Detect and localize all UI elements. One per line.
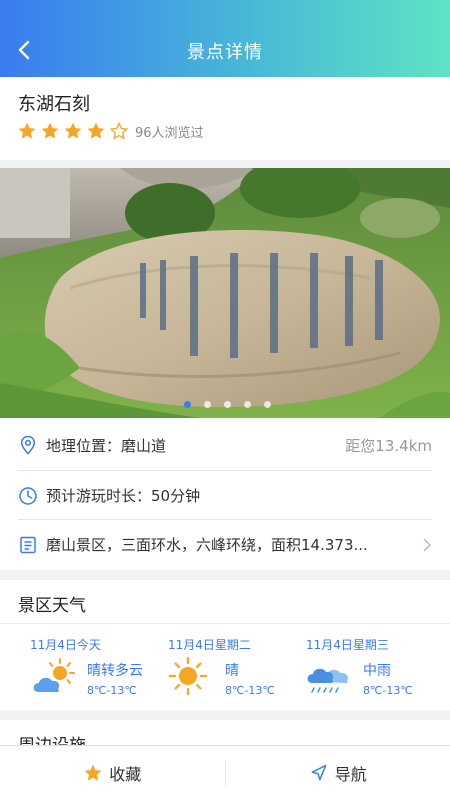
- weather-temp: 8℃-13℃: [87, 684, 137, 697]
- carousel-dot[interactable]: [204, 401, 211, 408]
- sun-icon: [168, 656, 208, 696]
- weather-temp: 8℃-13℃: [225, 684, 275, 697]
- navigate-button[interactable]: 导航: [226, 746, 450, 800]
- document-icon: [20, 536, 36, 553]
- carousel-dot[interactable]: [244, 401, 251, 408]
- weather-date: 11月4日星期三: [306, 638, 389, 652]
- distance-text: 距您13.4km: [345, 436, 432, 455]
- stone-carving-image: [0, 168, 450, 418]
- rain-icon: [307, 668, 349, 693]
- weather-condition: 晴: [225, 663, 239, 679]
- bottom-action-bar: 收藏 导航: [0, 745, 450, 800]
- weather-day: 11月4日星期二 晴 8℃-13℃: [168, 634, 308, 704]
- star-filled-icon: [64, 122, 82, 139]
- clock-icon: [19, 486, 37, 505]
- star-filled-icon: [41, 122, 59, 139]
- spot-summary: 东湖石刻 96人浏览过: [0, 77, 450, 160]
- location-pin-icon: [20, 435, 36, 455]
- divider: [0, 623, 450, 624]
- star-filled-icon: [87, 122, 105, 139]
- weather-date: 11月4日星期二: [168, 638, 251, 652]
- weather-condition: 中雨: [363, 663, 391, 679]
- weather-day: 11月4日星期三 中雨 8℃-13℃: [306, 634, 446, 704]
- carousel-dot[interactable]: [264, 401, 271, 408]
- weather-day: 11月4日今天 晴转多云 8℃-13℃: [30, 634, 170, 704]
- star-icon: [84, 764, 102, 781]
- page-title: 景点详情: [187, 42, 263, 63]
- spot-info: 地理位置：磨山道 距您13.4km 预计游玩时长：50分钟 磨山景区，三面环水，…: [0, 418, 450, 570]
- favorite-label: 收藏: [109, 765, 142, 784]
- carousel-indicator: [184, 401, 284, 408]
- spot-name: 东湖石刻: [18, 94, 90, 115]
- duration-row: 预计游玩时长：50分钟: [18, 470, 432, 520]
- location-row[interactable]: 地理位置：磨山道 距您13.4km: [18, 420, 432, 470]
- chevron-right-icon: [423, 537, 432, 552]
- navigation-arrow-icon: [311, 764, 327, 781]
- spot-photo[interactable]: [0, 168, 450, 418]
- favorite-button[interactable]: 收藏: [0, 746, 225, 800]
- app-header: 景点详情: [0, 0, 450, 77]
- star-outline-icon: [109, 121, 129, 140]
- carousel-dot[interactable]: [184, 401, 191, 408]
- weather-temp: 8℃-13℃: [363, 684, 413, 697]
- location-text: 地理位置：磨山道: [46, 436, 167, 455]
- carousel-dot[interactable]: [224, 401, 231, 408]
- duration-text: 预计游玩时长：50分钟: [46, 487, 201, 505]
- description-row[interactable]: 磨山景区，三面环水，六峰环绕，面积14.373...: [18, 519, 432, 569]
- view-count: 96人浏览过: [135, 125, 204, 141]
- star-filled-icon: [18, 122, 36, 139]
- weather-title: 景区天气: [18, 596, 86, 616]
- navigate-label: 导航: [334, 765, 367, 784]
- weather-condition: 晴转多云: [87, 663, 143, 679]
- description-text: 磨山景区，三面环水，六峰环绕，面积14.373...: [46, 536, 368, 554]
- rating-stars: 96人浏览过: [17, 121, 204, 141]
- sun-cloud-icon: [33, 658, 75, 692]
- weather-date: 11月4日今天: [30, 638, 101, 652]
- weather-section: 景区天气 11月4日今天 晴转多云 8℃-13℃ 11月4日星期二 晴 8℃-1…: [0, 580, 450, 710]
